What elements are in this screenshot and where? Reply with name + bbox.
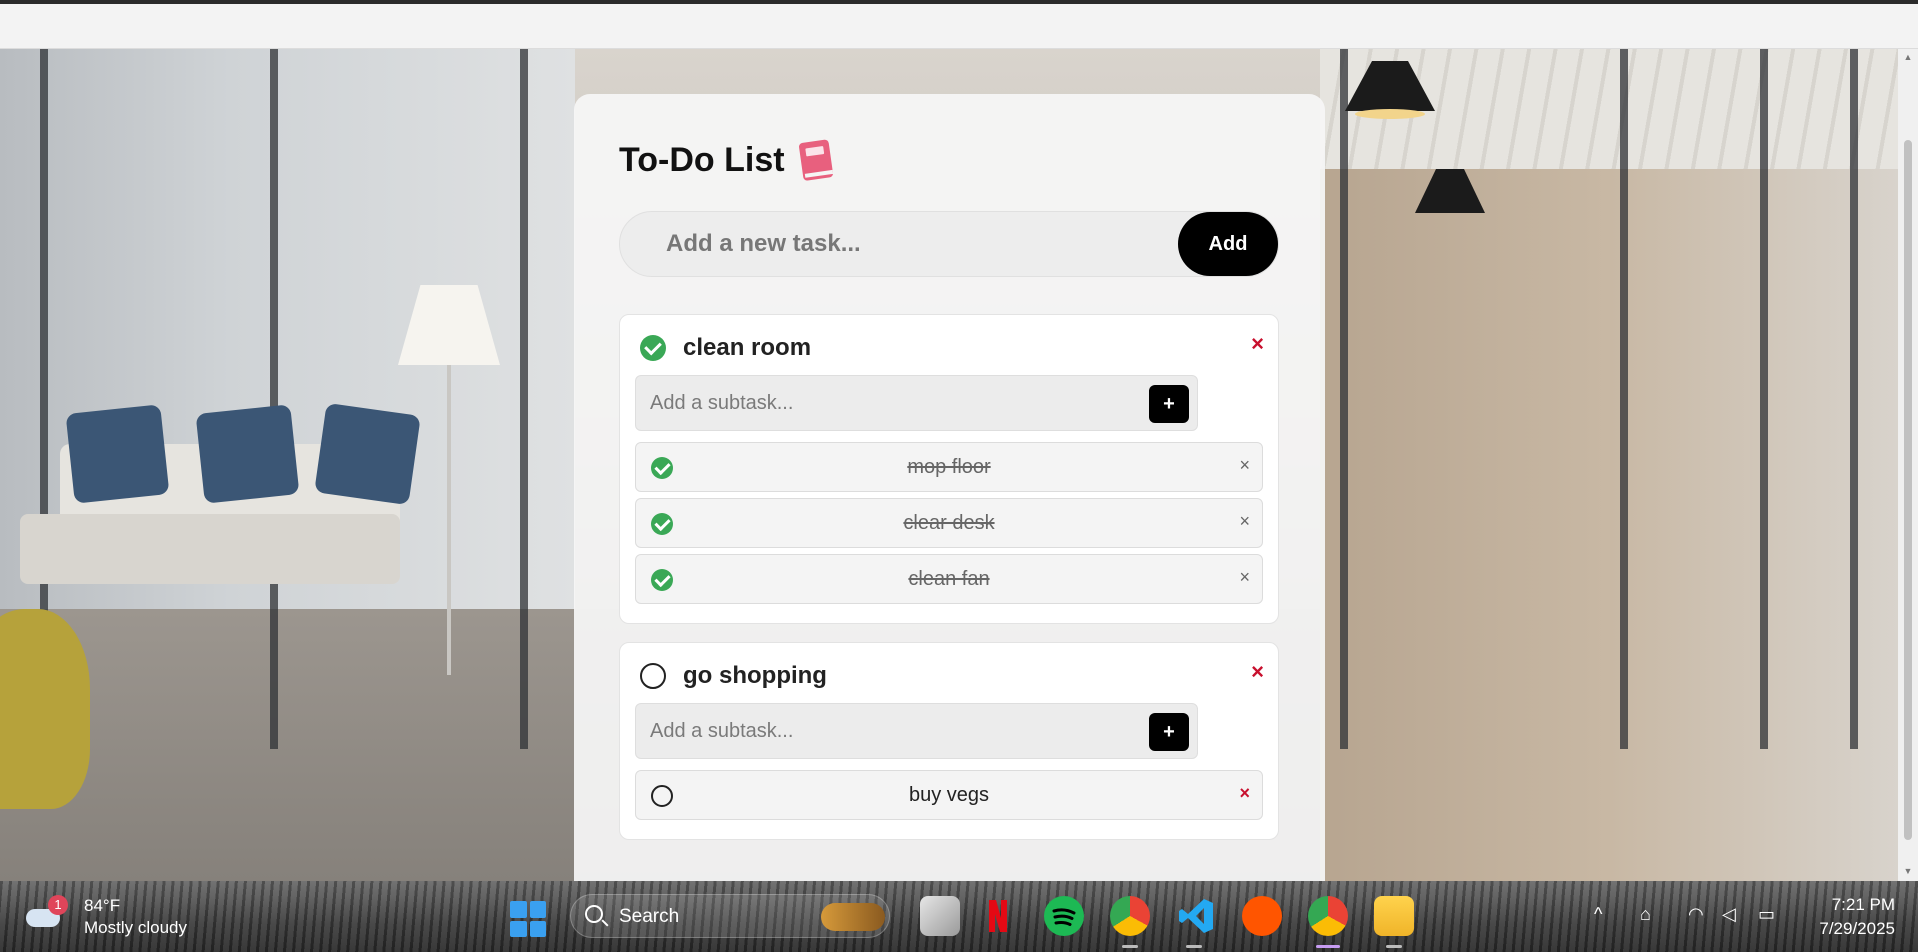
network-icon[interactable]: ⌂ [1640,904,1651,925]
windows-taskbar: 1 84°F Mostly cloudy Search ^ ⌂ ◠ ◁ ▭ 7:… [0,881,1918,952]
scrollbar-thumb[interactable] [1904,140,1912,840]
notebook-icon [797,138,837,182]
task-name: go shopping [683,662,827,689]
delete-subtask-button[interactable]: × [1239,455,1250,476]
system-clock[interactable]: 7:21 PM 7/29/2025 [1800,893,1895,941]
delete-task-button[interactable]: × [1251,659,1264,685]
delete-subtask-button[interactable]: × [1239,511,1250,532]
search-icon [585,905,603,923]
wifi-icon[interactable]: ◠ [1688,904,1704,925]
battery-icon[interactable]: ▭ [1758,904,1775,925]
subtask-input[interactable] [650,376,1110,430]
add-task-button[interactable]: Add [1178,212,1278,276]
browser-top-bar [0,0,1918,49]
add-subtask-button[interactable]: + [1149,385,1189,423]
title-row: To-Do List [619,138,837,182]
subtask-add-bar: + [635,375,1198,431]
task-card-clean-room: clean room × + mop floor × clear desk × … [619,314,1279,624]
scroll-up-icon[interactable]: ▲ [1903,52,1913,62]
subtask-row: clean fan × [635,554,1263,604]
clock-date: 7/29/2025 [1819,919,1895,938]
notification-badge: 1 [48,895,68,915]
yellow-chair [0,609,90,809]
todo-card: To-Do List Add clean room × + mop floor … [574,94,1325,894]
delete-subtask-button[interactable]: × [1239,567,1250,588]
weather-widget[interactable]: 1 84°F Mostly cloudy [22,895,187,939]
subtask-name: buy vegs [908,784,990,806]
subtask-add-bar: + [635,703,1198,759]
weather-condition: Mostly cloudy [84,918,187,937]
netflix-icon[interactable] [978,896,1018,936]
volume-icon[interactable]: ◁ [1722,904,1736,925]
vscode-icon[interactable] [1176,896,1216,936]
subtask-name: clear desk [903,512,995,534]
spotify-icon[interactable] [1044,896,1084,936]
soundcloud-icon[interactable] [1242,896,1282,936]
file-explorer-icon[interactable] [1374,896,1414,936]
task-name: clean room [683,334,812,361]
delete-subtask-button[interactable]: × [1239,783,1250,804]
scroll-down-icon[interactable]: ▼ [1903,866,1913,876]
new-task-input[interactable] [666,212,1146,276]
add-subtask-button[interactable]: + [1149,713,1189,751]
subtask-row: mop floor × [635,442,1263,492]
task-unchecked-icon[interactable] [640,663,666,689]
start-icon[interactable] [510,901,546,937]
clock-time: 7:21 PM [1831,895,1895,914]
chrome-icon[interactable] [1308,896,1348,936]
delete-task-button[interactable]: × [1251,331,1264,357]
cloudy-weather-icon: 1 [22,895,68,931]
new-task-bar: Add [619,211,1279,277]
subtask-row: clear desk × [635,498,1263,548]
subtask-name: clean fan [908,568,990,590]
subtask-name: mop floor [907,456,991,478]
subtask-row: buy vegs × [635,770,1263,820]
chrome-profile-icon[interactable] [1110,896,1150,936]
task-checked-icon[interactable] [640,335,666,361]
search-highlight-image [821,903,885,931]
search-label: Search [619,906,680,927]
page-title: To-Do List [619,140,785,179]
weather-temp: 84°F [84,896,121,915]
task-view-icon[interactable] [920,896,960,936]
taskbar-search[interactable]: Search [570,894,890,938]
task-card-go-shopping: go shopping × + buy vegs × [619,642,1279,840]
subtask-input[interactable] [650,704,1110,758]
chevron-up-icon[interactable]: ^ [1594,904,1602,925]
